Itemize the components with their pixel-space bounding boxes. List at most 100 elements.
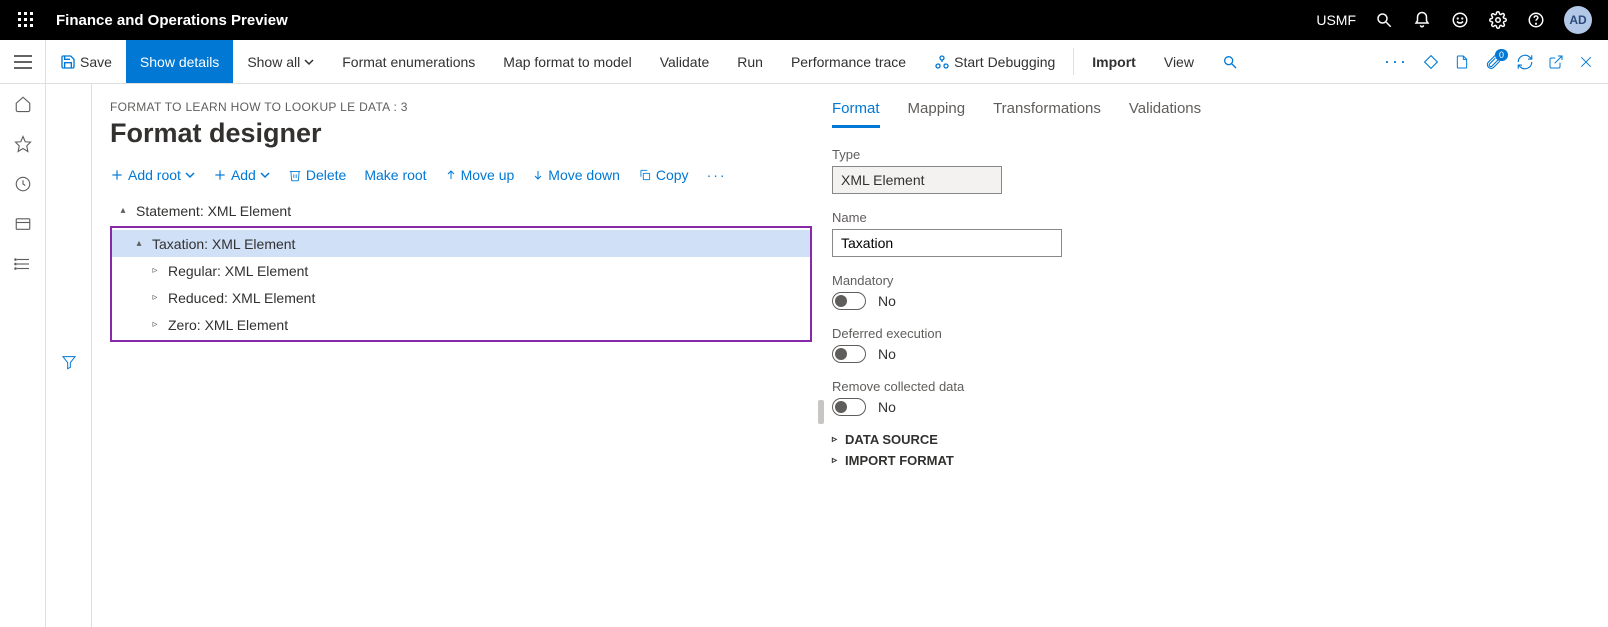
find-button[interactable]	[1208, 40, 1252, 83]
start-debug-label: Start Debugging	[954, 54, 1055, 70]
tree-toolbar: Add root Add Delete Make root Move up	[110, 167, 812, 183]
delete-button[interactable]: Delete	[288, 167, 346, 183]
name-input[interactable]	[832, 229, 1062, 257]
caret-right-icon[interactable]: ▹	[148, 292, 162, 303]
make-root-button[interactable]: Make root	[364, 167, 426, 183]
field-name: Name	[832, 210, 1584, 257]
tree-more-icon[interactable]: ···	[707, 167, 727, 183]
history-icon[interactable]	[13, 174, 33, 194]
search-icon[interactable]	[1374, 10, 1394, 30]
show-details-button[interactable]: Show details	[126, 40, 233, 83]
tree-row-reduced[interactable]: ▹ Reduced: XML Element	[112, 284, 810, 311]
avatar[interactable]: AD	[1564, 6, 1592, 34]
map-format-button[interactable]: Map format to model	[489, 40, 645, 83]
show-all-label: Show all	[247, 54, 300, 70]
star-icon[interactable]	[13, 134, 33, 154]
save-button[interactable]: Save	[46, 40, 126, 83]
modules-icon[interactable]	[13, 254, 33, 274]
map-format-label: Map format to model	[503, 54, 631, 70]
tab-mapping[interactable]: Mapping	[908, 100, 966, 128]
name-label: Name	[832, 210, 1584, 225]
field-type: Type	[832, 147, 1584, 194]
tree-row-taxation[interactable]: ▴ Taxation: XML Element	[112, 230, 810, 257]
left-pane: FORMAT TO LEARN HOW TO LOOKUP LE DATA : …	[110, 100, 812, 611]
run-button[interactable]: Run	[723, 40, 777, 83]
view-button[interactable]: View	[1150, 40, 1208, 83]
type-input[interactable]	[832, 166, 1002, 194]
expander-label: IMPORT FORMAT	[845, 453, 954, 468]
expander-label: DATA SOURCE	[845, 432, 938, 447]
close-icon[interactable]	[1578, 54, 1594, 70]
help-icon[interactable]	[1526, 10, 1546, 30]
show-all-button[interactable]: Show all	[233, 40, 328, 83]
diamond-icon[interactable]	[1422, 53, 1440, 71]
run-label: Run	[737, 54, 763, 70]
caret-right-icon[interactable]: ▹	[148, 319, 162, 330]
breadcrumb: FORMAT TO LEARN HOW TO LOOKUP LE DATA : …	[110, 100, 812, 114]
move-down-button[interactable]: Move down	[532, 167, 620, 183]
tree-label: Statement: XML Element	[130, 203, 291, 219]
tab-transformations[interactable]: Transformations	[993, 100, 1101, 128]
splitter-handle[interactable]	[818, 400, 824, 424]
tree-row-statement[interactable]: ▴ Statement: XML Element	[110, 197, 812, 224]
tree-label: Taxation: XML Element	[146, 236, 295, 252]
deferred-toggle[interactable]	[832, 345, 866, 363]
tab-validations[interactable]: Validations	[1129, 100, 1201, 128]
caret-right-icon[interactable]: ▹	[148, 265, 162, 276]
action-right-icons: ··· 0	[1370, 40, 1608, 83]
app-launcher-icon[interactable]	[8, 12, 44, 28]
chevron-down-icon	[304, 57, 314, 67]
add-root-button[interactable]: Add root	[110, 167, 195, 183]
tree-row-regular[interactable]: ▹ Regular: XML Element	[112, 257, 810, 284]
perf-trace-button[interactable]: Performance trace	[777, 40, 920, 83]
add-button[interactable]: Add	[213, 167, 270, 183]
home-icon[interactable]	[13, 94, 33, 114]
import-button[interactable]: Import	[1078, 40, 1150, 83]
content: FORMAT TO LEARN HOW TO LOOKUP LE DATA : …	[92, 84, 1608, 627]
start-debug-button[interactable]: Start Debugging	[920, 40, 1069, 83]
attach-icon[interactable]: 0	[1484, 53, 1502, 71]
gear-icon[interactable]	[1488, 10, 1508, 30]
copy-button[interactable]: Copy	[638, 167, 689, 183]
field-deferred: Deferred execution No	[832, 326, 1584, 363]
save-icon	[60, 54, 76, 70]
move-up-button[interactable]: Move up	[445, 167, 515, 183]
save-label: Save	[80, 54, 112, 70]
tree-row-zero[interactable]: ▹ Zero: XML Element	[112, 311, 810, 338]
deferred-label: Deferred execution	[832, 326, 1584, 341]
hamburger-icon[interactable]	[0, 40, 46, 83]
remove-toggle[interactable]	[832, 398, 866, 416]
make-root-label: Make root	[364, 167, 426, 183]
popout-icon[interactable]	[1548, 54, 1564, 70]
caret-down-icon[interactable]: ▴	[116, 205, 130, 216]
caret-down-icon[interactable]: ▴	[132, 238, 146, 249]
filter-icon[interactable]	[61, 96, 77, 627]
workspace-icon[interactable]	[13, 214, 33, 234]
remove-label: Remove collected data	[832, 379, 1584, 394]
right-pane: Format Mapping Transformations Validatio…	[824, 100, 1584, 611]
tree: ▴ Statement: XML Element ▴ Taxation: XML…	[110, 197, 812, 342]
page-icon[interactable]	[1454, 53, 1470, 71]
left-rail	[0, 84, 46, 627]
tab-label: Format	[832, 100, 880, 117]
page-title: Format designer	[110, 118, 812, 149]
tab-label: Transformations	[993, 100, 1101, 117]
type-label: Type	[832, 147, 1584, 162]
expander-data-source[interactable]: ▹ DATA SOURCE	[832, 432, 1584, 447]
validate-button[interactable]: Validate	[646, 40, 724, 83]
format-enum-button[interactable]: Format enumerations	[328, 40, 489, 83]
import-label: Import	[1092, 54, 1136, 70]
mandatory-toggle[interactable]	[832, 292, 866, 310]
bell-icon[interactable]	[1412, 10, 1432, 30]
tree-label: Regular: XML Element	[162, 263, 308, 279]
refresh-icon[interactable]	[1516, 53, 1534, 71]
company-label[interactable]: USMF	[1316, 12, 1356, 28]
copy-label: Copy	[656, 167, 689, 183]
highlight-box: ▴ Taxation: XML Element ▹ Regular: XML E…	[110, 226, 812, 342]
app-title: Finance and Operations Preview	[56, 12, 1316, 29]
tab-format[interactable]: Format	[832, 100, 880, 128]
expander-import-format[interactable]: ▹ IMPORT FORMAT	[832, 453, 1584, 468]
smile-icon[interactable]	[1450, 10, 1470, 30]
more-icon[interactable]: ···	[1384, 51, 1408, 72]
view-label: View	[1164, 54, 1194, 70]
